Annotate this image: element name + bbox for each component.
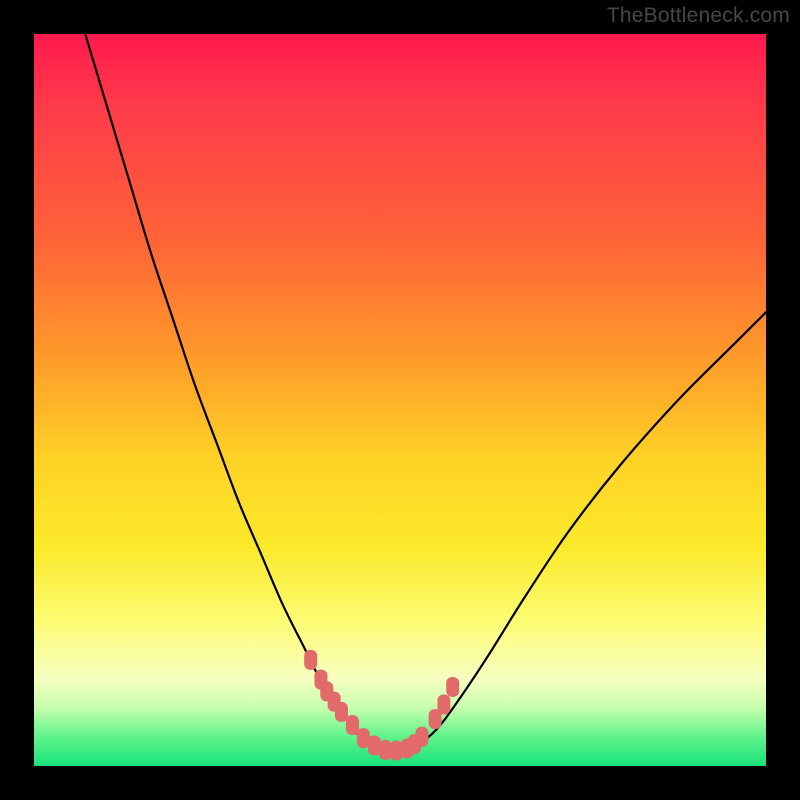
bottleneck-marker	[446, 677, 459, 697]
watermark-text: TheBottleneck.com	[607, 4, 790, 28]
bottleneck-markers	[304, 650, 459, 761]
bottleneck-marker	[335, 702, 348, 722]
curve-layer	[34, 34, 766, 766]
bottleneck-marker	[304, 650, 317, 670]
bottleneck-marker	[346, 715, 359, 735]
bottleneck-marker	[415, 727, 428, 747]
bottleneck-marker	[437, 695, 450, 715]
plot-area	[34, 34, 766, 766]
bottleneck-curve	[85, 34, 766, 752]
chart-frame: TheBottleneck.com	[0, 0, 800, 800]
